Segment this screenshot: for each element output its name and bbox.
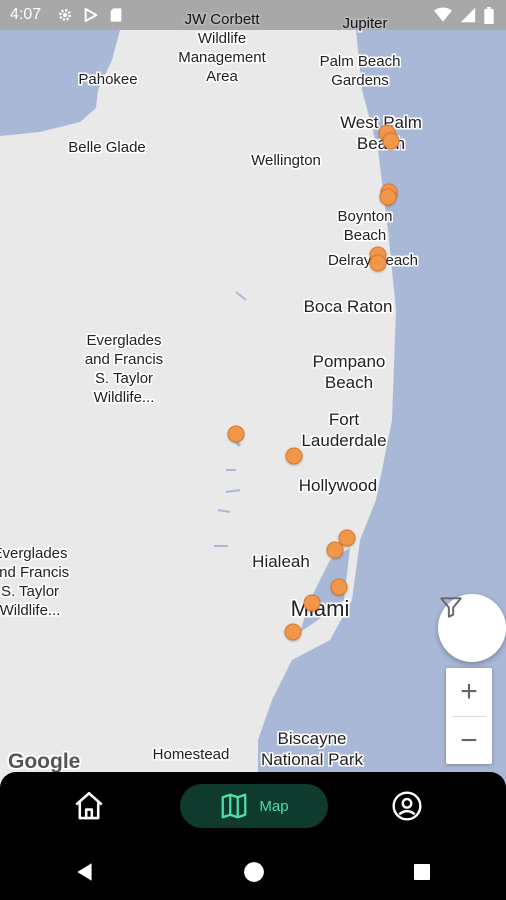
filter-button[interactable] <box>438 594 506 662</box>
wifi-icon <box>434 7 452 22</box>
map-pin[interactable] <box>303 594 321 612</box>
back-triangle-icon[interactable] <box>74 861 96 883</box>
recents-square-icon[interactable] <box>412 862 432 882</box>
sd-card-icon <box>110 8 122 22</box>
google-attribution[interactable]: Google <box>8 750 80 774</box>
map-view[interactable]: JW Corbett Wildlife Management Area Jupi… <box>0 0 506 790</box>
place-label-boca-raton: Boca Raton <box>303 297 393 316</box>
place-label-everglades-1: Everglades and Francis S. Taylor Wildlif… <box>84 332 164 406</box>
place-label-pompano-beach: Pompano Beach <box>312 352 386 392</box>
map-basemap <box>0 0 506 790</box>
play-protect-icon <box>84 8 98 22</box>
home-icon <box>75 791 103 820</box>
place-label-palm-beach-gardens: Palm Beach Gardens <box>319 53 401 89</box>
map-pin[interactable] <box>227 425 245 443</box>
zoom-controls: + − <box>446 668 492 764</box>
battery-icon <box>484 6 494 24</box>
place-label-boynton-beach: Boynton Beach <box>337 208 393 244</box>
map-pin[interactable] <box>284 623 302 641</box>
system-navigation-bar <box>0 844 506 900</box>
map-pin[interactable] <box>369 254 387 272</box>
cell-signal-icon <box>460 7 476 23</box>
map-icon <box>222 793 247 819</box>
map-pin[interactable] <box>379 188 397 206</box>
place-label-hialeah: Hialeah <box>252 552 310 571</box>
place-label-wellington: Wellington <box>251 152 321 169</box>
status-bar: 4:07 <box>0 0 506 30</box>
place-label-biscayne-national-park: Biscayne National Park <box>260 729 364 769</box>
place-label-fort-lauderdale: Fort Lauderdale <box>301 410 387 450</box>
home-circle-icon[interactable] <box>243 861 265 883</box>
nav-profile-button[interactable] <box>386 784 428 828</box>
place-label-everglades-2: Everglades and Francis S. Taylor Wildlif… <box>0 545 70 619</box>
place-label-hollywood: Hollywood <box>298 476 378 495</box>
nav-map-button[interactable]: Map <box>180 784 328 828</box>
account-circle-icon <box>392 791 422 821</box>
place-label-homestead: Homestead <box>152 746 230 763</box>
filter-funnel-icon <box>440 597 462 618</box>
place-label-belle-glade: Belle Glade <box>68 139 146 156</box>
nav-home-button[interactable] <box>68 784 110 828</box>
settings-gear-icon <box>59 9 72 21</box>
zoom-out-button[interactable]: − <box>446 717 492 765</box>
map-pin[interactable] <box>330 578 348 596</box>
map-pin[interactable] <box>382 132 400 150</box>
zoom-in-button[interactable]: + <box>446 668 492 716</box>
bottom-nav: Map <box>0 772 506 844</box>
map-pin[interactable] <box>326 541 344 559</box>
map-pin[interactable] <box>285 447 303 465</box>
place-label-pahokee: Pahokee <box>78 71 138 88</box>
nav-map-label: Map <box>259 797 289 815</box>
status-time: 4:07 <box>10 6 42 23</box>
